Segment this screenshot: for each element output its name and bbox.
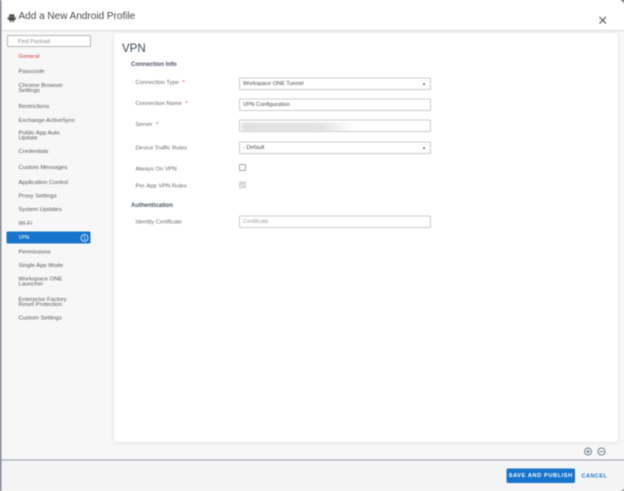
svg-text:1: 1 <box>83 236 86 242</box>
